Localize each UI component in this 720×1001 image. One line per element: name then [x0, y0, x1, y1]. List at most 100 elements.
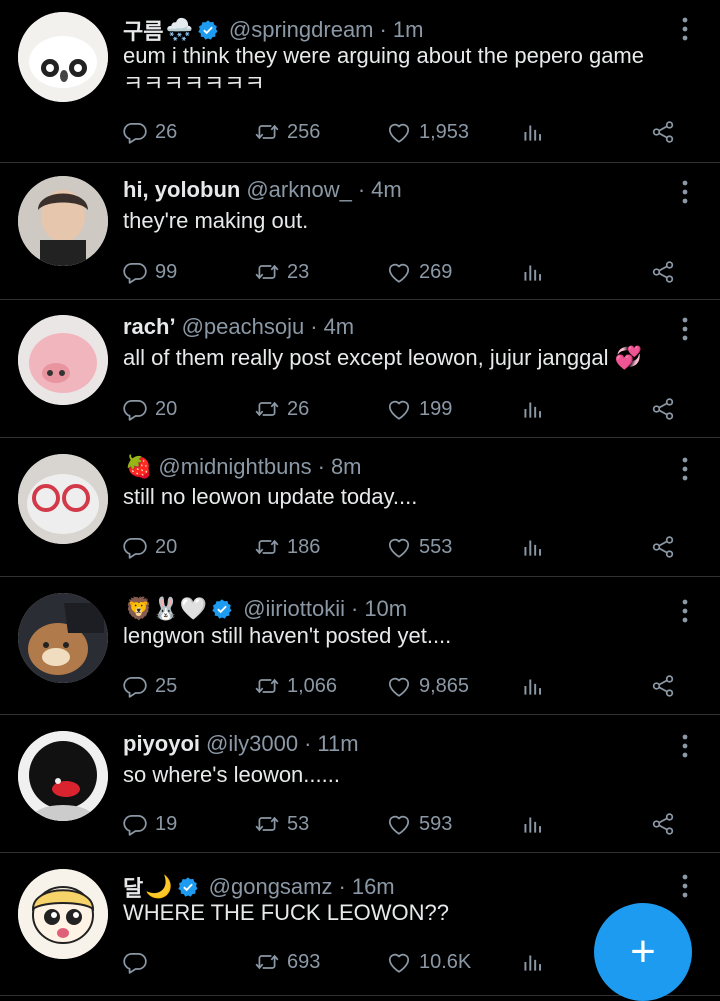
reply-icon — [122, 259, 155, 285]
reply-icon — [122, 396, 155, 422]
user-avatar[interactable] — [18, 12, 108, 102]
retweets-count: 693 — [287, 950, 321, 973]
user-avatar[interactable] — [18, 731, 108, 821]
retweet-icon — [254, 949, 287, 975]
retweet-icon — [254, 119, 287, 145]
user-avatar[interactable] — [18, 593, 108, 683]
more-options-icon[interactable] — [678, 873, 692, 899]
share-button[interactable] — [650, 396, 683, 422]
user-handle[interactable]: @ily3000 — [206, 731, 298, 757]
display-name[interactable]: rach’ — [123, 314, 176, 340]
analytics-button[interactable] — [520, 534, 553, 560]
user-avatar[interactable] — [18, 315, 108, 405]
more-options-icon[interactable] — [678, 598, 692, 624]
user-handle[interactable]: @springdream — [229, 17, 374, 43]
share-button[interactable] — [650, 119, 683, 145]
like-button[interactable]: 553 — [386, 534, 452, 560]
like-button[interactable]: 1,953 — [386, 119, 469, 145]
display-name[interactable]: piyoyoi — [123, 731, 200, 757]
tweet-timestamp[interactable]: 4m — [371, 177, 402, 203]
heart-icon — [386, 396, 419, 422]
user-avatar[interactable] — [18, 176, 108, 266]
likes-count: 269 — [419, 260, 453, 283]
more-options-icon[interactable] — [678, 733, 692, 759]
analytics-button[interactable] — [520, 811, 553, 837]
reply-button[interactable] — [122, 949, 155, 975]
share-button[interactable] — [650, 673, 683, 699]
like-button[interactable]: 593 — [386, 811, 452, 837]
replies-count: 25 — [155, 674, 178, 697]
retweets-count: 256 — [287, 120, 321, 143]
more-options-icon[interactable] — [678, 316, 692, 342]
tweet-card[interactable]: piyoyoi @ily3000 · 11m so where's leowon....… — [0, 715, 720, 853]
retweet-icon — [254, 534, 287, 560]
heart-icon — [386, 673, 419, 699]
tweet-timestamp[interactable]: 4m — [324, 314, 355, 340]
user-handle[interactable]: @gongsamz — [209, 874, 333, 900]
tweet-card[interactable]: 🦁🐰🤍 @iiriottokii · 10m lengwon still haven't… — [0, 577, 720, 715]
likes-count: 1,953 — [419, 120, 470, 143]
like-button[interactable]: 10.6K — [386, 949, 471, 975]
tweet-card[interactable]: rach’ @peachsoju · 4m all of them really pos… — [0, 300, 720, 438]
share-button[interactable] — [650, 534, 683, 560]
retweet-button[interactable]: 23 — [254, 259, 309, 285]
tweet-card[interactable]: hi, yolobun @arknow_ · 4m they're making out… — [0, 163, 720, 300]
retweets-count: 23 — [287, 260, 310, 283]
heart-icon — [386, 949, 419, 975]
tweet-timestamp[interactable]: 1m — [393, 17, 424, 43]
retweet-button[interactable]: 1,066 — [254, 673, 337, 699]
share-button[interactable] — [650, 259, 683, 285]
tweet-text: eum i think they were arguing about the … — [123, 43, 644, 96]
user-avatar[interactable] — [18, 454, 108, 544]
retweet-button[interactable]: 26 — [254, 396, 309, 422]
more-options-icon[interactable] — [678, 179, 692, 205]
share-icon — [650, 119, 683, 145]
analytics-button[interactable] — [520, 119, 553, 145]
reply-button[interactable]: 20 — [122, 534, 177, 560]
more-options-icon[interactable] — [678, 16, 692, 42]
reply-button[interactable]: 26 — [122, 119, 177, 145]
retweets-count: 53 — [287, 812, 310, 835]
reply-icon — [122, 119, 155, 145]
tweet-header: rach’ @peachsoju · 4m — [123, 314, 660, 340]
display-name[interactable]: hi, yolobun — [123, 177, 240, 203]
analytics-button[interactable] — [520, 949, 553, 975]
replies-count: 20 — [155, 397, 178, 420]
share-button[interactable] — [650, 811, 683, 837]
like-button[interactable]: 199 — [386, 396, 452, 422]
more-options-icon[interactable] — [678, 456, 692, 482]
like-button[interactable]: 9,865 — [386, 673, 469, 699]
user-handle[interactable]: @arknow_ — [246, 177, 352, 203]
tweet-timestamp[interactable]: 10m — [364, 596, 407, 622]
reply-icon — [122, 811, 155, 837]
tweet-card[interactable]: 🍓 @midnightbuns · 8m still no leowon update … — [0, 438, 720, 577]
reply-button[interactable]: 19 — [122, 811, 177, 837]
retweet-button[interactable]: 693 — [254, 949, 320, 975]
retweet-button[interactable]: 186 — [254, 534, 320, 560]
tweet-header: 🦁🐰🤍 @iiriottokii · 10m — [123, 596, 660, 622]
compose-tweet-button[interactable]: + — [594, 903, 692, 1001]
retweet-button[interactable]: 53 — [254, 811, 309, 837]
tweet-actions: 19 53 593 — [122, 811, 682, 841]
analytics-button[interactable] — [520, 673, 553, 699]
tweet-card[interactable]: 구름 🌨️ @springdream · 1m eum i think they were… — [0, 0, 720, 163]
user-handle[interactable]: @midnightbuns — [158, 454, 311, 480]
retweet-icon — [254, 811, 287, 837]
user-handle[interactable]: @peachsoju — [182, 314, 305, 340]
reply-button[interactable]: 20 — [122, 396, 177, 422]
reply-icon — [122, 534, 155, 560]
reply-button[interactable]: 99 — [122, 259, 177, 285]
analytics-icon — [520, 534, 553, 560]
tweet-timestamp[interactable]: 11m — [317, 731, 358, 757]
analytics-button[interactable] — [520, 259, 553, 285]
retweet-button[interactable]: 256 — [254, 119, 320, 145]
tweet-timestamp[interactable]: 8m — [331, 454, 362, 480]
analytics-button[interactable] — [520, 396, 553, 422]
tweet-text: so where's leowon...... — [123, 762, 340, 787]
user-avatar[interactable] — [18, 869, 108, 959]
like-button[interactable]: 269 — [386, 259, 452, 285]
reply-button[interactable]: 25 — [122, 673, 177, 699]
user-handle[interactable]: @iiriottokii — [243, 596, 345, 622]
tweet-timestamp[interactable]: 16m — [352, 874, 395, 900]
share-icon — [650, 811, 683, 837]
